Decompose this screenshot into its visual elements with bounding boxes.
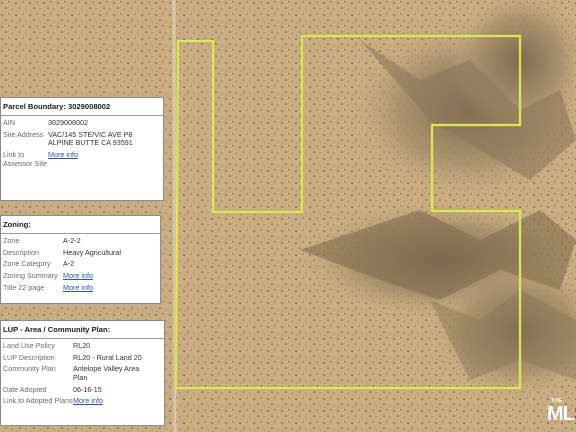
info-row: Community Plan Antelope Valley Area Plan xyxy=(1,364,164,383)
brand-logo: THE MLS xyxy=(545,395,576,432)
site-address-value: VAC/145 STE/VIC AVE P8 ALPINE BUTTE CA 9… xyxy=(48,129,133,148)
parcel-info-panel: Parcel Boundary: 3029008002 AIN 30290080… xyxy=(0,97,164,201)
field-label: Site Address xyxy=(3,129,44,139)
info-row: LUP Description RL20 - Rural Land 20 xyxy=(1,352,164,363)
field-label: Date Adopted xyxy=(3,384,47,394)
field-label: Land Use Policy xyxy=(3,341,55,351)
info-row: Zone A-2-2 xyxy=(1,236,160,246)
lup-description-value: RL20 - Rural Land 20 xyxy=(73,352,142,362)
zoning-title: Zoning: xyxy=(1,216,160,235)
info-row: Date Adopted 06-16-15 xyxy=(1,384,164,395)
info-row: Title 22 page More info xyxy=(1,282,160,293)
logo-mark: MLS xyxy=(547,403,576,426)
field-label: Link to Adopted Plans xyxy=(3,396,73,406)
field-label: LUP Description xyxy=(3,352,55,362)
zoning-summary-link[interactable]: More info xyxy=(63,271,93,281)
info-row: Land Use Policy RL20 xyxy=(1,341,164,351)
field-label: AIN xyxy=(3,118,15,128)
zone-category-value: A-2 xyxy=(63,259,75,269)
field-label: Link to Assessor Site xyxy=(3,150,47,168)
logo-main: ML xyxy=(547,403,575,425)
field-label: Zone Category xyxy=(3,259,51,269)
field-label: Description xyxy=(3,247,39,257)
zone-description-value: Heavy Agricultural xyxy=(63,247,121,257)
date-adopted-value: 06-16-15 xyxy=(73,384,102,394)
parcel-title: Parcel Boundary: 3029008002 xyxy=(1,98,163,117)
adopted-plans-link[interactable]: More info xyxy=(73,397,103,406)
title22-link[interactable]: More info xyxy=(63,283,93,293)
lup-info-panel: LUP - Area / Community Plan: Land Use Po… xyxy=(0,320,165,426)
assessor-more-info-link[interactable]: More info xyxy=(48,150,78,168)
info-row: Link to Assessor Site More info xyxy=(1,150,163,168)
info-row: Description Heavy Agricultural xyxy=(1,247,160,258)
field-label: Zoning Summary xyxy=(3,271,58,281)
zone-value: A-2-2 xyxy=(63,236,81,246)
info-row: AIN 3029008002 xyxy=(1,118,163,128)
community-plan-value: Antelope Valley Area Plan xyxy=(73,364,140,383)
info-row: Zoning Summary More info xyxy=(1,271,160,281)
field-label: Community Plan xyxy=(3,364,56,374)
road xyxy=(172,0,177,432)
info-row: Link to Adopted Plans More info xyxy=(1,397,164,406)
lup-title: LUP - Area / Community Plan: xyxy=(1,321,164,340)
zoning-info-panel: Zoning: Zone A-2-2 Description Heavy Agr… xyxy=(0,215,161,304)
ain-value: 3029008002 xyxy=(48,118,88,128)
field-label: Zone xyxy=(3,236,20,246)
land-use-policy-value: RL20 xyxy=(73,341,91,351)
info-row: Site Address VAC/145 STE/VIC AVE P8 ALPI… xyxy=(1,129,163,148)
info-row: Zone Category A-2 xyxy=(1,260,160,269)
field-label: Title 22 page xyxy=(3,282,45,292)
